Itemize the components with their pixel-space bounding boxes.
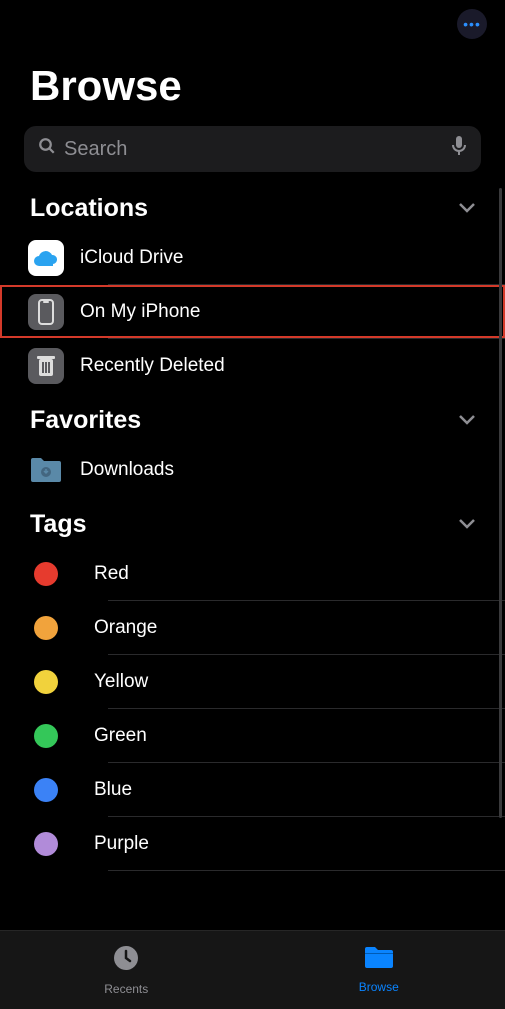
favorites-header[interactable]: Favorites — [0, 392, 505, 443]
iphone-icon — [28, 294, 64, 330]
scrollbar[interactable] — [499, 188, 502, 818]
chevron-down-icon — [459, 200, 475, 218]
tag-label: Purple — [94, 819, 149, 869]
location-item-on-my-iphone[interactable]: On My iPhone — [0, 285, 505, 338]
tag-color-dot — [34, 778, 58, 802]
search-placeholder: Search — [64, 138, 443, 161]
tag-color-dot — [34, 670, 58, 694]
location-item-recently-deleted[interactable]: Recently Deleted — [28, 339, 505, 392]
location-label: Recently Deleted — [80, 341, 225, 391]
tag-item[interactable]: Orange — [28, 601, 505, 654]
tag-color-dot — [34, 616, 58, 640]
locations-header[interactable]: Locations — [0, 180, 505, 231]
tag-item[interactable]: Purple — [28, 817, 505, 870]
tab-bar: Recents Browse — [0, 930, 505, 1009]
search-icon — [38, 137, 56, 161]
tag-color-dot — [34, 724, 58, 748]
location-label: iCloud Drive — [80, 233, 183, 283]
tag-label: Green — [94, 711, 147, 761]
location-label: On My iPhone — [80, 287, 200, 337]
more-button[interactable]: ••• — [457, 9, 487, 39]
tag-item[interactable]: Yellow — [28, 655, 505, 708]
chevron-down-icon — [459, 412, 475, 430]
search-input[interactable]: Search — [24, 126, 481, 172]
clock-icon — [112, 944, 140, 979]
tag-item[interactable]: Blue — [28, 763, 505, 816]
tags-header[interactable]: Tags — [0, 496, 505, 547]
chevron-down-icon — [459, 516, 475, 534]
tab-browse[interactable]: Browse — [253, 931, 505, 1009]
more-icon: ••• — [463, 16, 481, 32]
locations-title: Locations — [30, 194, 148, 223]
folder-icon — [364, 946, 394, 977]
tag-item[interactable]: Green — [28, 709, 505, 762]
tab-label: Browse — [359, 980, 399, 994]
tag-item[interactable]: Red — [28, 547, 505, 600]
tag-color-dot — [34, 832, 58, 856]
tag-label: Blue — [94, 765, 132, 815]
folder-icon — [28, 452, 64, 488]
tag-label: Orange — [94, 603, 157, 653]
tag-color-dot — [34, 562, 58, 586]
favorite-label: Downloads — [80, 445, 174, 495]
favorite-item-downloads[interactable]: Downloads — [28, 443, 505, 496]
tag-label: Red — [94, 549, 129, 599]
tags-title: Tags — [30, 510, 87, 539]
tab-label: Recents — [104, 982, 148, 996]
trash-icon — [28, 348, 64, 384]
tab-recents[interactable]: Recents — [0, 931, 253, 1009]
mic-icon — [451, 136, 467, 162]
icloud-icon — [28, 240, 64, 276]
location-item-icloud-drive[interactable]: iCloud Drive — [28, 231, 505, 284]
page-title: Browse — [0, 48, 505, 126]
favorites-title: Favorites — [30, 406, 141, 435]
tag-label: Yellow — [94, 657, 148, 707]
